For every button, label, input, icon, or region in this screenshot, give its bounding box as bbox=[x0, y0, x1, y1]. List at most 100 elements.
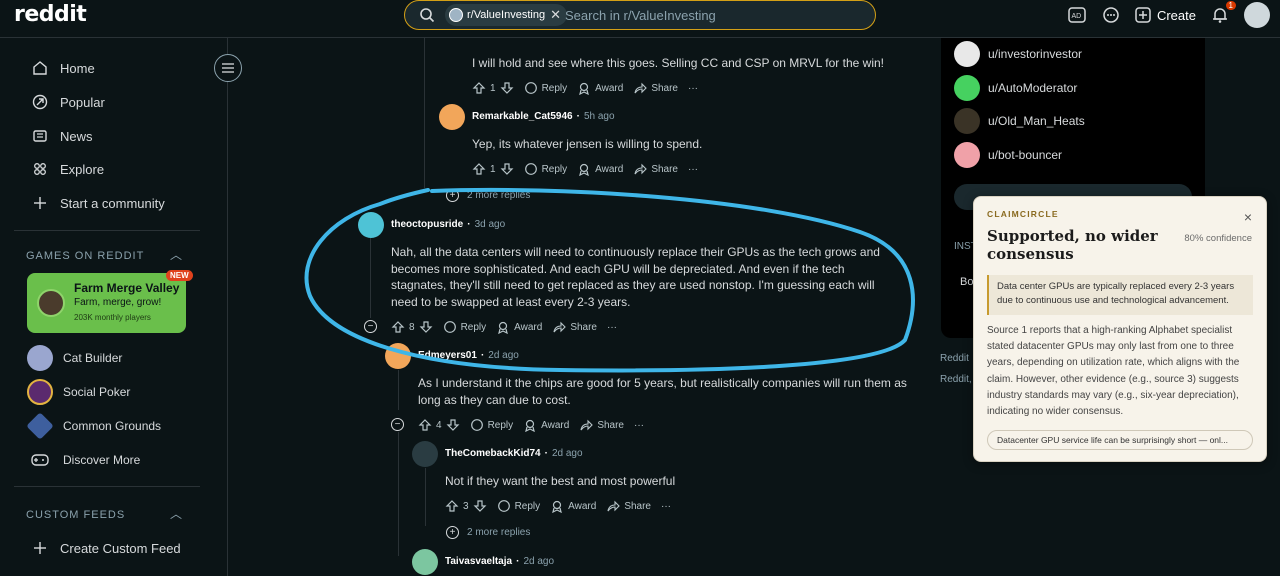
source-link[interactable]: Datacenter GPU service life can be surpr… bbox=[987, 430, 1253, 450]
award-label: Award bbox=[568, 500, 597, 512]
share-button[interactable]: Share bbox=[606, 499, 651, 513]
share-button[interactable]: Share bbox=[552, 320, 597, 334]
notifications-bell-icon[interactable]: 1 bbox=[1210, 1, 1236, 25]
search-input[interactable]: Search in r/ValueInvesting bbox=[565, 8, 716, 23]
reply-button[interactable]: Reply bbox=[497, 499, 540, 513]
games-section-title[interactable]: GAMES ON REDDIT bbox=[26, 250, 144, 262]
more-options-button[interactable]: ··· bbox=[634, 420, 644, 431]
upvote-icon[interactable] bbox=[391, 320, 405, 334]
moderator-item[interactable]: u/AutoModerator bbox=[954, 75, 1077, 101]
award-icon bbox=[525, 419, 536, 432]
comment-author[interactable]: Taivasvaeltaja · 2d ago bbox=[445, 556, 554, 567]
footer-link[interactable]: Reddit bbox=[940, 353, 969, 364]
search-bar[interactable]: r/ValueInvesting ✕ Search in r/ValueInve… bbox=[404, 0, 876, 30]
section-item[interactable]: Bo bbox=[960, 276, 973, 288]
create-button[interactable]: Create bbox=[1135, 7, 1196, 23]
comment-author[interactable]: Edmeyers01 · 2d ago bbox=[418, 350, 519, 361]
more-options-button[interactable]: ··· bbox=[688, 164, 698, 175]
downvote-icon[interactable] bbox=[446, 418, 460, 432]
reply-button[interactable]: Reply bbox=[524, 81, 567, 95]
share-button[interactable]: Share bbox=[579, 418, 624, 432]
downvote-icon[interactable] bbox=[473, 499, 487, 513]
award-button[interactable]: Award bbox=[496, 320, 542, 334]
nav-explore[interactable]: Explore bbox=[32, 161, 104, 177]
svg-text:AD: AD bbox=[1071, 13, 1081, 20]
chevron-up-icon[interactable]: ︿ bbox=[170, 505, 182, 522]
commenter-avatar[interactable] bbox=[358, 212, 384, 238]
more-replies-link[interactable]: + 2 more replies bbox=[446, 526, 530, 539]
plus-circle-icon: + bbox=[446, 526, 459, 539]
user-avatar[interactable] bbox=[1244, 2, 1270, 28]
upvote-icon[interactable] bbox=[418, 418, 432, 432]
award-button[interactable]: Award bbox=[577, 81, 623, 95]
comment-author[interactable]: Remarkable_Cat5946 · 5h ago bbox=[472, 111, 615, 122]
reply-button[interactable]: Reply bbox=[443, 320, 487, 334]
menu-toggle-button[interactable] bbox=[214, 54, 242, 82]
more-replies-link[interactable]: + 2 more replies bbox=[446, 189, 530, 202]
social-poker-icon bbox=[27, 379, 53, 405]
advertise-icon[interactable]: AD bbox=[1067, 5, 1087, 25]
more-options-button[interactable]: ··· bbox=[607, 322, 617, 333]
subreddit-search-chip[interactable]: r/ValueInvesting ✕ bbox=[445, 4, 567, 26]
nav-home[interactable]: Home bbox=[32, 60, 95, 76]
plus-icon bbox=[1135, 7, 1151, 23]
author-name[interactable]: Taivasvaeltaja bbox=[445, 556, 512, 567]
footer-link[interactable]: Reddit, bbox=[940, 374, 972, 385]
remove-chip-icon[interactable]: ✕ bbox=[550, 7, 561, 23]
more-options-button[interactable]: ··· bbox=[688, 83, 698, 94]
commenter-avatar[interactable] bbox=[412, 441, 438, 467]
reddit-logo[interactable]: reddit bbox=[14, 2, 87, 27]
game-cat-builder[interactable]: Cat Builder bbox=[27, 345, 122, 371]
collapse-thread-icon[interactable]: − bbox=[391, 418, 404, 431]
moderator-item[interactable]: u/bot-bouncer bbox=[954, 142, 1062, 168]
upvote-icon[interactable] bbox=[472, 162, 486, 176]
nav-start-community[interactable]: Start a community bbox=[32, 195, 165, 211]
game-common-grounds[interactable]: Common Grounds bbox=[26, 412, 161, 440]
author-name[interactable]: Remarkable_Cat5946 bbox=[472, 111, 573, 122]
author-name[interactable]: theoctopusride bbox=[391, 219, 463, 230]
moderator-name[interactable]: u/Old_Man_Heats bbox=[988, 114, 1085, 128]
featured-game-card[interactable]: Farm Merge Valley Farm, merge, grow! 203… bbox=[27, 273, 186, 333]
game-label: Discover More bbox=[63, 453, 141, 467]
shield-icon bbox=[954, 75, 980, 101]
moderator-name[interactable]: u/AutoModerator bbox=[988, 81, 1077, 95]
game-discover-more[interactable]: Discover More bbox=[27, 447, 140, 473]
award-button[interactable]: Award bbox=[550, 499, 596, 513]
moderator-name[interactable]: u/investorinvestor bbox=[988, 47, 1082, 61]
chat-icon[interactable] bbox=[1101, 5, 1121, 25]
downvote-icon[interactable] bbox=[419, 320, 433, 334]
commenter-avatar[interactable] bbox=[439, 104, 465, 130]
custom-feeds-title[interactable]: CUSTOM FEEDS bbox=[26, 509, 125, 521]
commenter-avatar[interactable] bbox=[412, 549, 438, 575]
nav-home-label: Home bbox=[60, 60, 95, 76]
more-options-button[interactable]: ··· bbox=[661, 501, 671, 512]
nav-popular[interactable]: Popular bbox=[32, 94, 105, 110]
moderator-item[interactable]: u/Old_Man_Heats bbox=[954, 108, 1085, 134]
comment-author[interactable]: TheComebackKid74 · 2d ago bbox=[445, 448, 583, 459]
downvote-icon[interactable] bbox=[500, 162, 514, 176]
hamburger-icon bbox=[222, 63, 234, 73]
comment-author[interactable]: theoctopusride · 3d ago bbox=[391, 219, 505, 230]
reply-button[interactable]: Reply bbox=[470, 418, 513, 432]
downvote-icon[interactable] bbox=[500, 81, 514, 95]
moderator-item[interactable]: u/investorinvestor bbox=[954, 41, 1082, 67]
reply-button[interactable]: Reply bbox=[524, 162, 567, 176]
create-custom-feed[interactable]: Create Custom Feed bbox=[32, 540, 181, 556]
chevron-up-icon[interactable]: ︿ bbox=[170, 246, 182, 263]
share-button[interactable]: Share bbox=[633, 162, 678, 176]
award-button[interactable]: Award bbox=[577, 162, 623, 176]
upvote-icon[interactable] bbox=[445, 499, 459, 513]
commenter-avatar[interactable] bbox=[385, 343, 411, 369]
award-button[interactable]: Award bbox=[523, 418, 569, 432]
upvote-icon[interactable] bbox=[472, 81, 486, 95]
moderator-name[interactable]: u/bot-bouncer bbox=[988, 148, 1062, 162]
reply-label: Reply bbox=[460, 321, 487, 333]
award-label: Award bbox=[595, 82, 624, 94]
share-button[interactable]: Share bbox=[633, 81, 678, 95]
author-name[interactable]: Edmeyers01 bbox=[418, 350, 477, 361]
author-name[interactable]: TheComebackKid74 bbox=[445, 448, 541, 459]
collapse-thread-icon[interactable]: − bbox=[364, 320, 377, 333]
game-social-poker[interactable]: Social Poker bbox=[27, 379, 130, 405]
nav-news[interactable]: News bbox=[32, 128, 93, 144]
close-icon[interactable]: × bbox=[1244, 209, 1252, 225]
